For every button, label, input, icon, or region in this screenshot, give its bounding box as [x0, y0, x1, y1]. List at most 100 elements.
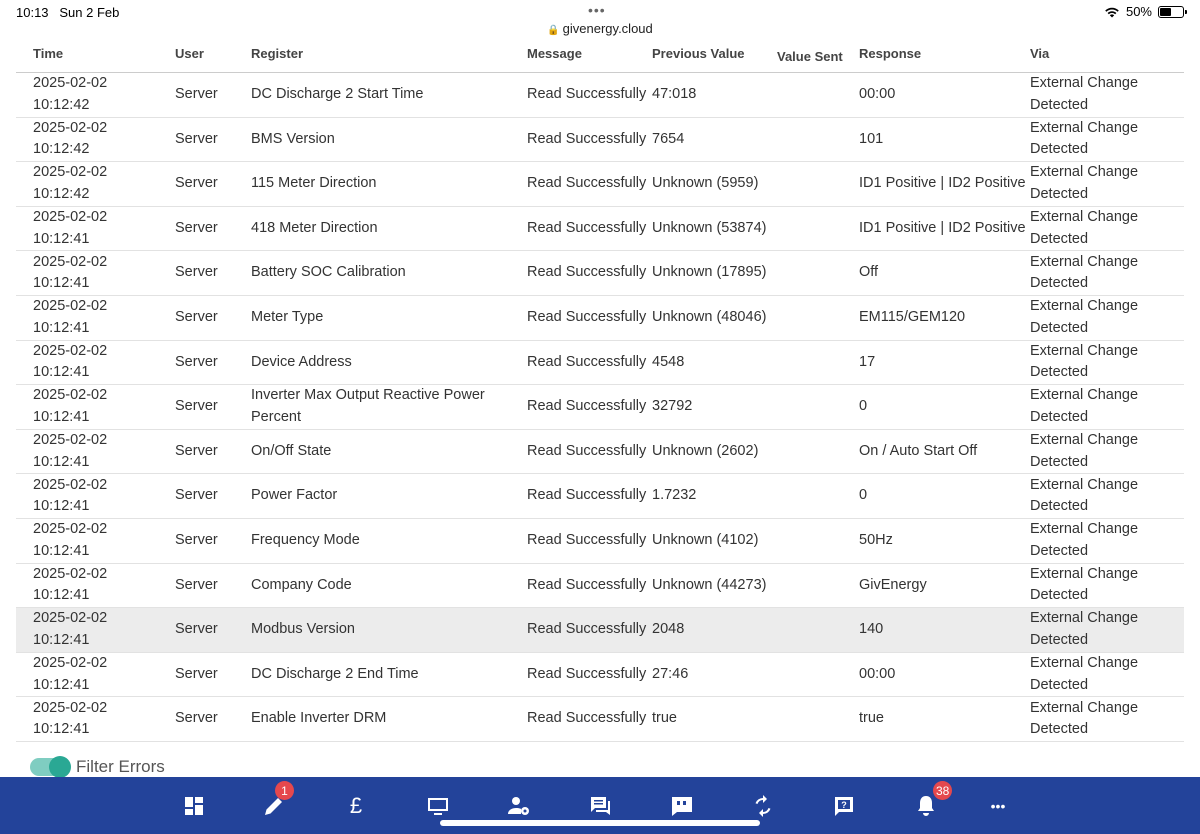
cell-value-sent — [777, 117, 859, 163]
header-time[interactable]: Time — [16, 36, 175, 73]
cell-register: Frequency Mode — [251, 518, 527, 564]
header-user[interactable]: User — [175, 36, 251, 73]
cell-user: Server — [175, 696, 251, 742]
cell-message: Read Successfully — [527, 117, 652, 163]
cell-value-sent — [777, 384, 859, 430]
cell-via: External Change Detected — [1030, 384, 1184, 430]
cell-previous-value: 32792 — [652, 384, 777, 430]
url-bar[interactable]: 🔒 givenergy.cloud — [0, 21, 1200, 36]
cell-register: 115 Meter Direction — [251, 161, 527, 207]
cell-response: 50Hz — [859, 518, 1030, 564]
table-row[interactable]: 2025-02-02 10:12:41 Server Device Address Re… — [16, 340, 1184, 386]
table-row[interactable]: 2025-02-02 10:12:41 Server Frequency Mode Re… — [16, 518, 1184, 564]
filter-errors-toggle[interactable] — [30, 756, 71, 778]
cell-user: Server — [175, 607, 251, 653]
cell-value-sent — [777, 72, 859, 118]
cell-time: 2025-02-02 10:12:41 — [16, 563, 175, 609]
nav-user-settings[interactable] — [504, 791, 534, 821]
cell-message: Read Successfully — [527, 473, 652, 519]
table-row[interactable]: 2025-02-02 10:12:42 Server DC Discharge 2 S… — [16, 72, 1184, 118]
nav-notifications[interactable]: 38 — [911, 781, 953, 821]
nav-feedback[interactable] — [667, 791, 697, 821]
table-row[interactable]: 2025-02-02 10:12:41 Server Inverter Max Out… — [16, 384, 1184, 430]
cell-register: DC Discharge 2 End Time — [251, 652, 527, 698]
nav-help[interactable]: ? — [830, 791, 860, 821]
table-row[interactable]: 2025-02-02 10:12:41 Server On/Off State Read… — [16, 429, 1184, 475]
cell-response: 0 — [859, 473, 1030, 519]
cell-message: Read Successfully — [527, 250, 652, 296]
lock-icon: 🔒 — [547, 25, 560, 36]
cell-message: Read Successfully — [527, 518, 652, 564]
table-row[interactable]: 2025-02-02 10:12:41 Server Enable Inverter … — [16, 696, 1184, 742]
header-value-sent[interactable]: Value Sent — [777, 36, 859, 73]
cell-via: External Change Detected — [1030, 607, 1184, 653]
cell-previous-value: 47:018 — [652, 72, 777, 118]
table-header-row: Time User Register Message Previous Valu… — [16, 36, 1184, 73]
cell-via: External Change Detected — [1030, 206, 1184, 252]
cell-message: Read Successfully — [527, 340, 652, 386]
cell-register: Inverter Max Output Reactive Power Perce… — [251, 384, 527, 430]
help-icon: ? — [835, 797, 853, 816]
cell-response: EM115/GEM120 — [859, 295, 1030, 341]
cell-value-sent — [777, 518, 859, 564]
nav-sync[interactable] — [748, 791, 778, 821]
cell-register: Battery SOC Calibration — [251, 250, 527, 296]
cell-response: true — [859, 696, 1030, 742]
cell-previous-value: Unknown (53874) — [652, 206, 777, 252]
cell-time: 2025-02-02 10:12:42 — [16, 72, 175, 118]
notifications-badge: 38 — [933, 781, 953, 800]
header-response[interactable]: Response — [859, 36, 1030, 73]
cell-user: Server — [175, 117, 251, 163]
cell-previous-value: 7654 — [652, 117, 777, 163]
nav-more[interactable]: ••• — [983, 791, 1013, 821]
cell-message: Read Successfully — [527, 563, 652, 609]
cell-via: External Change Detected — [1030, 563, 1184, 609]
cell-user: Server — [175, 563, 251, 609]
cell-via: External Change Detected — [1030, 295, 1184, 341]
nav-edit[interactable]: 1 — [259, 781, 294, 821]
cell-response: 17 — [859, 340, 1030, 386]
table-row[interactable]: 2025-02-02 10:12:41 Server Battery SOC Cali… — [16, 250, 1184, 296]
table-row[interactable]: 2025-02-02 10:12:41 Server Modbus Version Re… — [16, 607, 1184, 653]
cell-via: External Change Detected — [1030, 72, 1184, 118]
table-row[interactable]: 2025-02-02 10:12:41 Server DC Discharge 2 E… — [16, 652, 1184, 698]
cell-user: Server — [175, 161, 251, 207]
cell-via: External Change Detected — [1030, 473, 1184, 519]
cell-previous-value: Unknown (48046) — [652, 295, 777, 341]
cell-previous-value: Unknown (5959) — [652, 161, 777, 207]
bell-icon — [918, 796, 934, 816]
cell-time: 2025-02-02 10:12:41 — [16, 652, 175, 698]
cell-user: Server — [175, 473, 251, 519]
cell-register: Enable Inverter DRM — [251, 696, 527, 742]
table-row[interactable]: 2025-02-02 10:12:41 Server Company Code Read… — [16, 563, 1184, 609]
header-via[interactable]: Via — [1030, 36, 1184, 73]
header-message[interactable]: Message — [527, 36, 652, 73]
multitasking-dots-icon[interactable]: ••• — [588, 2, 606, 18]
table-row[interactable]: 2025-02-02 10:12:42 Server BMS Version Read … — [16, 117, 1184, 163]
cell-register: Modbus Version — [251, 607, 527, 653]
cell-time: 2025-02-02 10:12:41 — [16, 607, 175, 653]
nav-monitor[interactable] — [423, 791, 453, 821]
home-indicator[interactable] — [440, 820, 760, 826]
nav-dashboard[interactable] — [179, 791, 209, 821]
cell-value-sent — [777, 340, 859, 386]
table-row[interactable]: 2025-02-02 10:12:41 Server 418 Meter Direct… — [16, 206, 1184, 252]
cell-value-sent — [777, 206, 859, 252]
nav-messages[interactable] — [585, 791, 615, 821]
table-row[interactable]: 2025-02-02 10:12:42 Server 115 Meter Direct… — [16, 161, 1184, 207]
sync-icon — [755, 795, 771, 817]
cell-value-sent — [777, 652, 859, 698]
cell-register: On/Off State — [251, 429, 527, 475]
cell-value-sent — [777, 429, 859, 475]
table-row[interactable]: 2025-02-02 10:12:41 Server Meter Type Read S… — [16, 295, 1184, 341]
cell-time: 2025-02-02 10:12:41 — [16, 696, 175, 742]
cell-message: Read Successfully — [527, 295, 652, 341]
table-row[interactable]: 2025-02-02 10:12:41 Server Power Factor Read… — [16, 473, 1184, 519]
cell-register: Company Code — [251, 563, 527, 609]
header-previous-value[interactable]: Previous Value — [652, 36, 777, 73]
header-register[interactable]: Register — [251, 36, 527, 73]
cell-value-sent — [777, 250, 859, 296]
cell-register: Power Factor — [251, 473, 527, 519]
cell-via: External Change Detected — [1030, 161, 1184, 207]
nav-billing[interactable]: £ — [341, 791, 371, 821]
